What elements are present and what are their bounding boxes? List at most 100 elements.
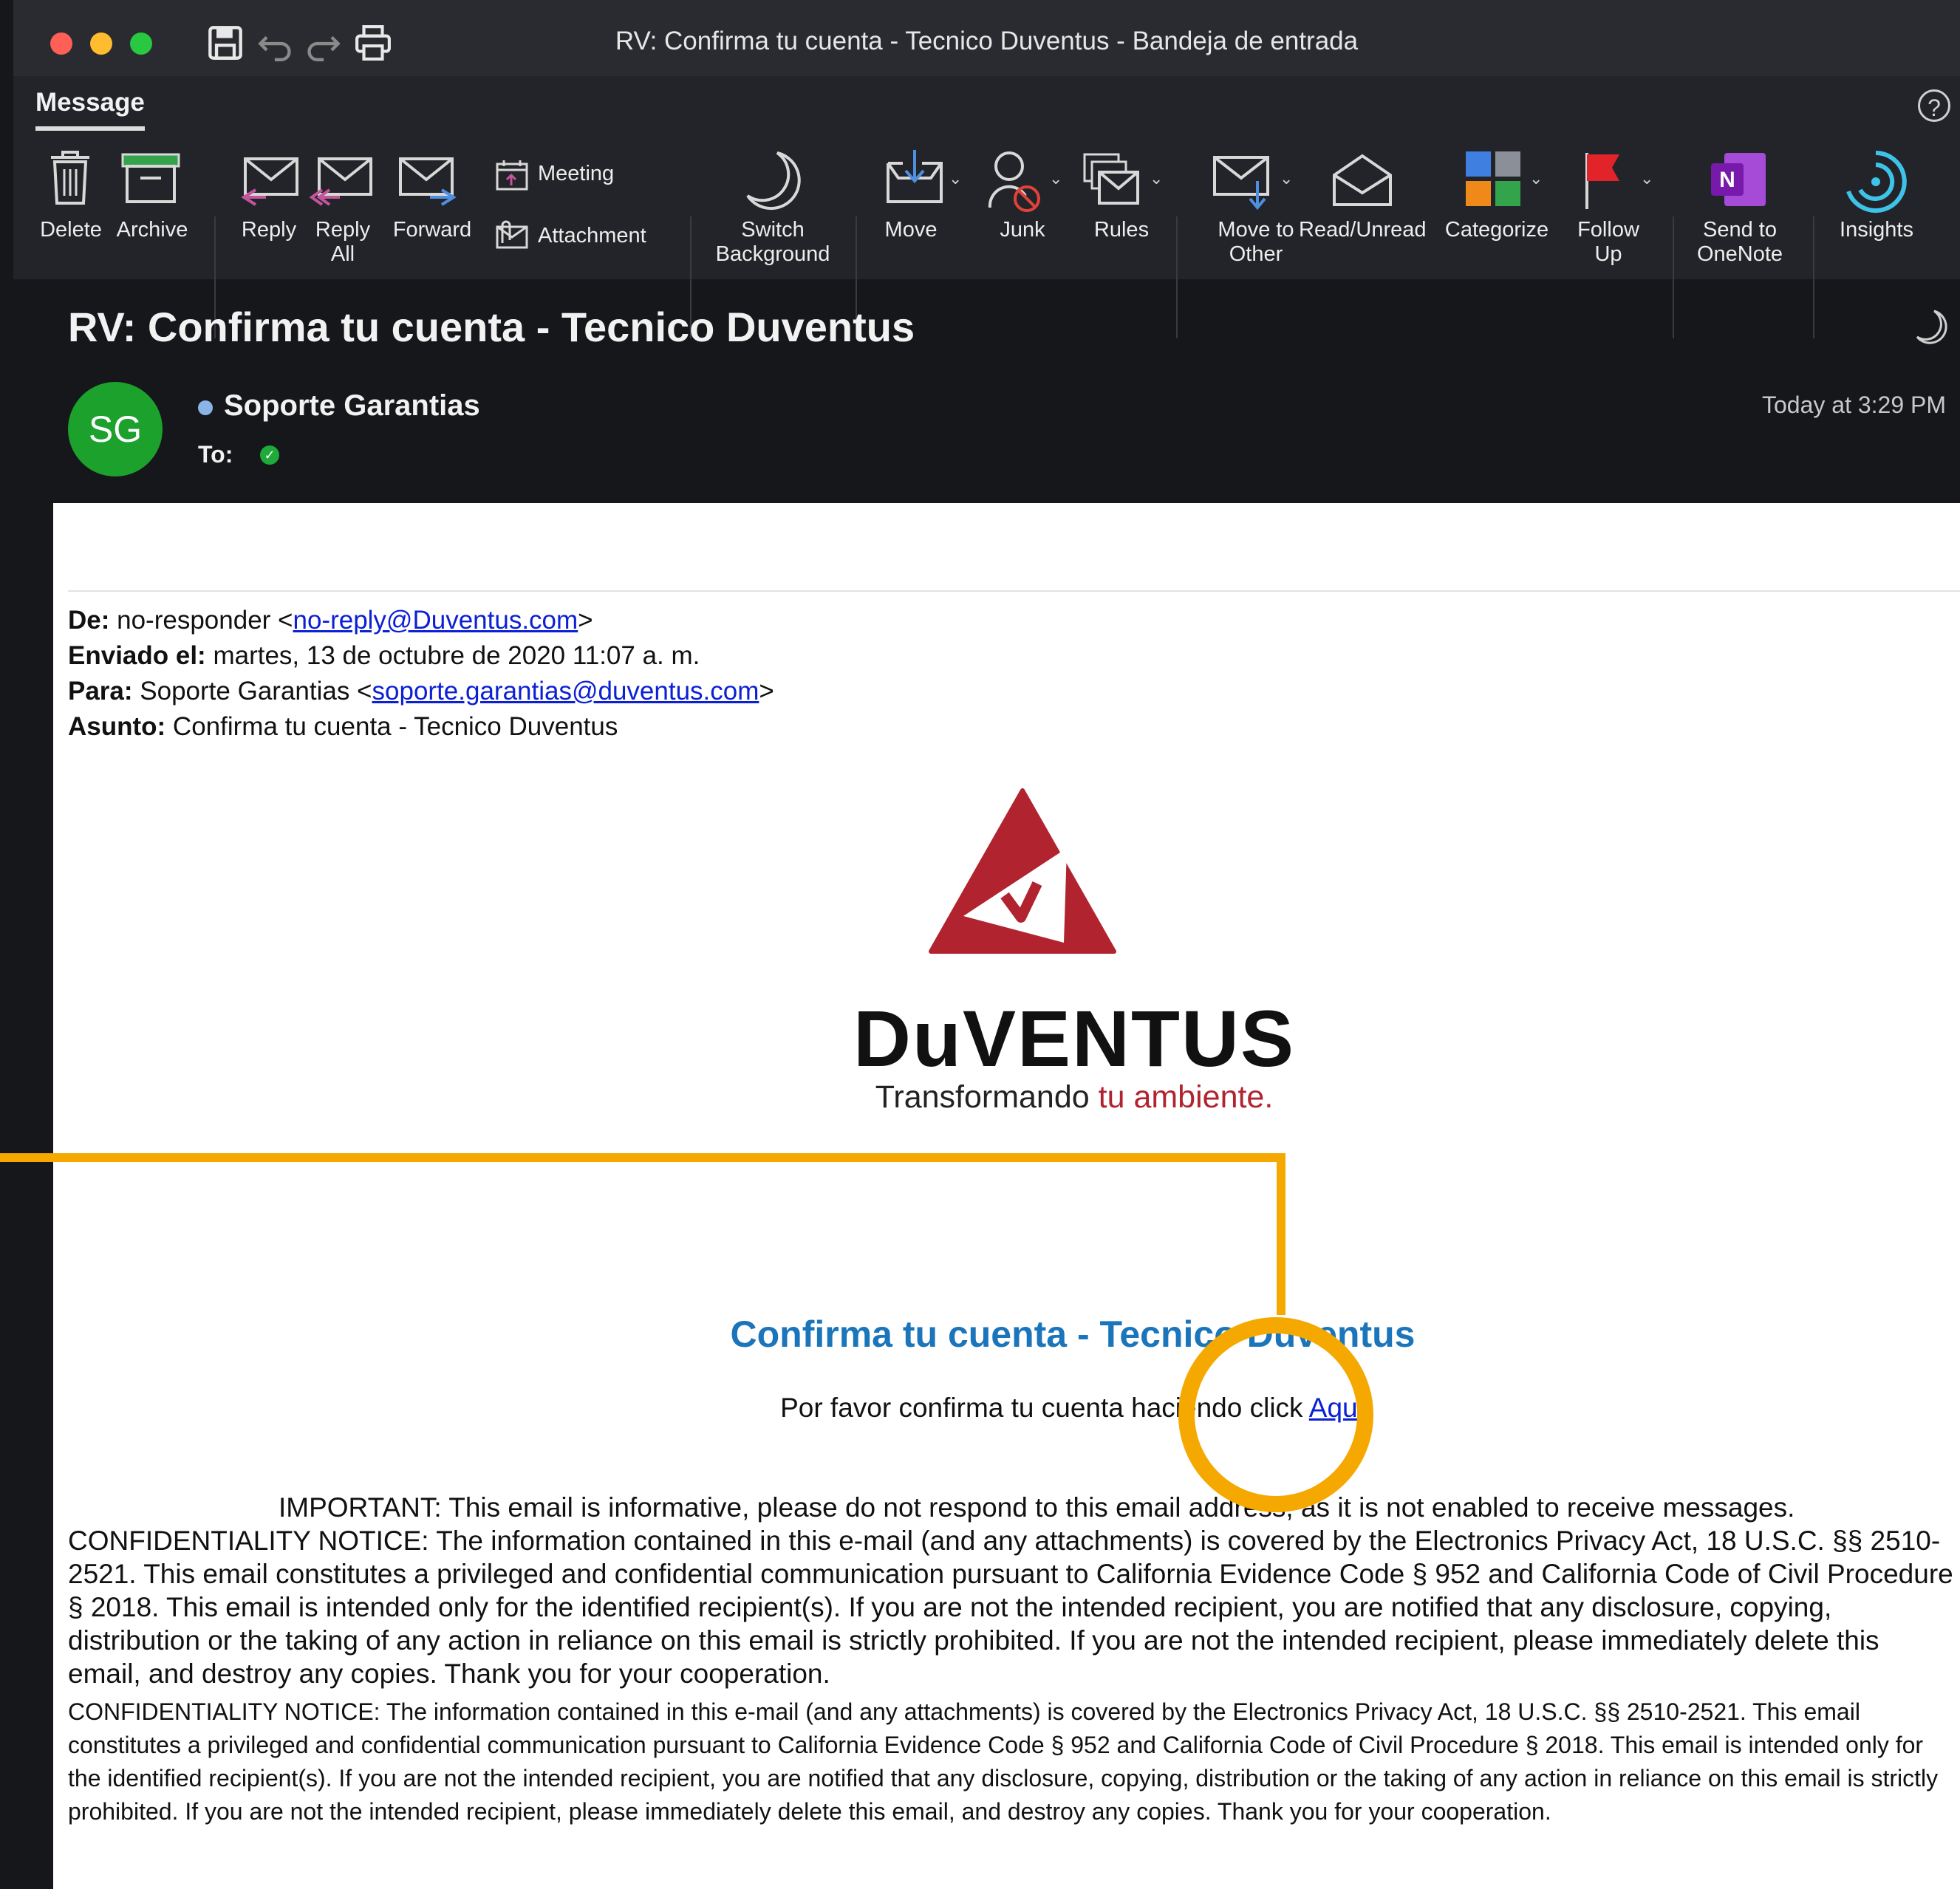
follow-up-dropdown-caret[interactable]: ⌄ — [1640, 169, 1653, 188]
switch-background-label-line2: Background — [715, 242, 830, 266]
onenote-icon: N — [1711, 153, 1766, 206]
send-to-onenote-label: Send to OneNote — [1684, 218, 1795, 267]
reply-all-label-line1: Reply — [315, 218, 371, 242]
delete-label: Delete — [40, 218, 102, 242]
divider — [68, 590, 1960, 592]
forwarded-header: De: no-responder <no-reply@Duventus.com>… — [68, 603, 774, 745]
meeting-icon — [496, 160, 528, 191]
duventus-logo-mark — [929, 788, 1116, 954]
callout-highlight — [0, 1153, 1373, 1512]
logo-tagline-accent: tu ambiente. — [1098, 1079, 1274, 1115]
forward-label: Forward — [392, 218, 472, 242]
to-label: To: — [198, 441, 233, 468]
window-title: RV: Confirma tu cuenta - Tecnico Duventu… — [615, 27, 1359, 55]
forwarded-sent-value: martes, 13 de octubre de 2020 11:07 a. m… — [205, 641, 700, 670]
moon-icon — [746, 151, 801, 211]
archive-icon — [121, 153, 180, 203]
mail-window: RV: Confirma tu cuenta - Tecnico Duventu… — [0, 0, 1960, 1889]
reply-label: Reply — [241, 218, 297, 242]
duventus-logo-wordmark: DuVENTUS — [853, 994, 1296, 1083]
send-to-onenote-label-line2: OneNote — [1696, 242, 1783, 266]
archive-label: Archive — [116, 218, 188, 242]
forwarded-subject-label: Asunto: — [68, 712, 166, 741]
move-to-other-dropdown-caret[interactable]: ⌄ — [1280, 169, 1293, 188]
move-label: Move — [884, 218, 938, 242]
presence-indicator — [198, 400, 213, 415]
follow-up-label: Follow Up — [1568, 218, 1649, 267]
timestamp: Today at 3:29 PM — [1762, 392, 1947, 418]
follow-up-label-line2: Up — [1594, 242, 1622, 266]
categorize-dropdown-caret[interactable]: ⌄ — [1529, 169, 1543, 188]
meeting-label: Meeting — [538, 162, 615, 185]
forwarded-from-name: no-responder < — [109, 606, 293, 635]
forwarded-sent: Enviado el: martes, 13 de octubre de 202… — [68, 638, 774, 674]
move-to-other-label-line1: Move to — [1218, 218, 1294, 242]
switch-background-label-line1: Switch — [741, 218, 805, 242]
forwarded-to-label: Para: — [68, 677, 133, 706]
flag-icon — [1585, 153, 1619, 209]
forwarded-to-name: Soporte Garantias < — [132, 677, 372, 706]
ribbon-separator — [1813, 216, 1814, 338]
reply-icon — [241, 157, 298, 206]
attachment-label: Attachment — [538, 224, 646, 247]
forwarded-from-close: > — [578, 606, 593, 635]
svg-text:N: N — [1719, 168, 1735, 192]
follow-up-label-line1: Follow — [1577, 218, 1639, 242]
forwarded-subject-value: Confirma tu cuenta - Tecnico Duventus — [165, 712, 618, 741]
confidentiality-notice: CONFIDENTIALITY NOTICE: The information … — [68, 1526, 1953, 1689]
read-unread-label: Read/Unread — [1299, 218, 1427, 242]
categorize-label: Categorize — [1444, 218, 1549, 242]
forwarded-from-label: De: — [68, 606, 110, 635]
avatar[interactable]: SG — [68, 382, 163, 476]
move-icon — [887, 150, 943, 203]
forwarded-sent-label: Enviado el: — [68, 641, 206, 670]
print-icon[interactable] — [355, 22, 392, 64]
insights-icon — [1846, 151, 1907, 213]
move-to-other-label: Move to Other — [1204, 218, 1308, 267]
move-to-other-icon — [1213, 156, 1269, 211]
junk-dropdown-caret[interactable]: ⌄ — [1049, 169, 1062, 188]
logo-tagline: Transformando tu ambiente. — [807, 1079, 1342, 1116]
insights-label: Insights — [1840, 218, 1913, 242]
undo-icon[interactable] — [257, 22, 294, 64]
close-window-button[interactable] — [50, 33, 72, 55]
forward-icon — [399, 157, 457, 206]
to-email-link[interactable]: soporte.garantias@duventus.com — [372, 677, 759, 706]
trash-icon — [51, 151, 89, 205]
send-to-onenote-label-line1: Send to — [1703, 218, 1777, 242]
zoom-window-button[interactable] — [130, 33, 152, 55]
ribbon-toolbar: Message ? Delete Archive Reply Reply All… — [13, 76, 1960, 338]
open-envelope-icon — [1333, 154, 1392, 206]
help-button[interactable]: ? — [1918, 89, 1950, 122]
move-dropdown-caret[interactable]: ⌄ — [949, 169, 962, 188]
logo-tagline-start: Transformando — [875, 1079, 1099, 1115]
moon-icon[interactable] — [1915, 309, 1947, 346]
reply-all-label-line2: All — [330, 242, 355, 266]
minimize-window-button[interactable] — [90, 33, 112, 55]
attachment-icon — [496, 220, 528, 249]
categorize-icon — [1466, 151, 1520, 206]
save-icon[interactable] — [207, 22, 244, 64]
redo-icon[interactable] — [304, 22, 341, 64]
junk-label: Junk — [1000, 218, 1045, 242]
forwarded-from: De: no-responder <no-reply@Duventus.com> — [68, 603, 774, 638]
move-to-other-label-line2: Other — [1229, 242, 1283, 266]
title-bar: RV: Confirma tu cuenta - Tecnico Duventu… — [13, 0, 1960, 78]
reply-all-label: Reply All — [306, 218, 380, 267]
forwarded-subject: Asunto: Confirma tu cuenta - Tecnico Duv… — [68, 709, 774, 745]
junk-icon — [988, 151, 1040, 212]
recipient-check-icon[interactable]: ✓ — [260, 445, 279, 465]
forwarded-to-close: > — [759, 677, 774, 706]
from-email-link[interactable]: no-reply@Duventus.com — [293, 606, 578, 635]
tab-message[interactable]: Message — [35, 88, 145, 131]
reply-all-icon — [309, 157, 372, 206]
rules-dropdown-caret[interactable]: ⌄ — [1150, 169, 1163, 188]
message-subject: RV: Confirma tu cuenta - Tecnico Duventu… — [68, 304, 915, 350]
ribbon-separator — [1673, 216, 1674, 338]
switch-background-label: Switch Background — [700, 218, 845, 267]
sender-name[interactable]: Soporte Garantias — [224, 389, 480, 423]
confidentiality-notice-small: CONFIDENTIALITY NOTICE: The information … — [68, 1698, 1939, 1825]
forwarded-to: Para: Soporte Garantias <soporte.garanti… — [68, 674, 774, 709]
ribbon-separator — [1176, 216, 1178, 338]
rules-label: Rules — [1093, 218, 1150, 242]
